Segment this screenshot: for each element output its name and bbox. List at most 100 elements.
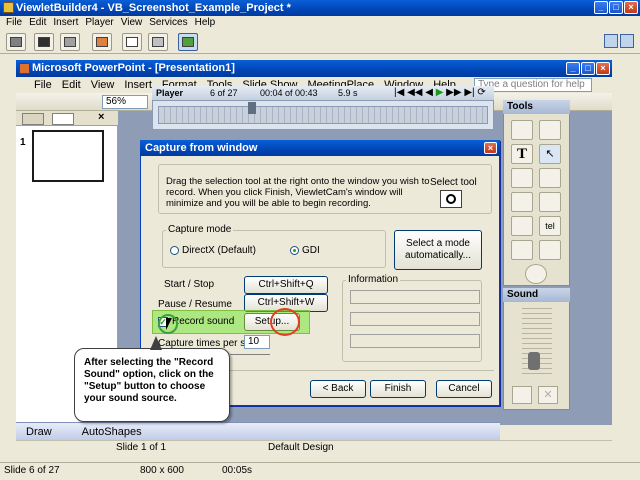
check-icon (182, 37, 194, 47)
record-sound-label: Record sound (172, 316, 235, 327)
pointer-tool-icon[interactable]: ↖ (539, 144, 561, 164)
dialog-close-button[interactable]: × (484, 142, 497, 154)
pp-minimize-button[interactable]: _ (566, 62, 580, 75)
status-size: 800 x 600 (140, 465, 184, 476)
capture-mode-legend: Capture mode (166, 224, 234, 235)
status-time: 00:05s (222, 465, 253, 476)
player-titlebar: Player 6 of 27 00:04 of 00:43 5.9 s |◀ ◀… (152, 86, 494, 101)
menu-insert[interactable]: Insert (51, 16, 83, 30)
minimize-button[interactable]: _ (594, 1, 608, 14)
mute-icon[interactable]: ✕ (538, 386, 558, 404)
camera-button[interactable] (6, 33, 26, 51)
settings-icon[interactable] (620, 34, 634, 48)
swap-icon[interactable] (604, 34, 618, 48)
drawing-toolbar: Draw AutoShapes (16, 422, 500, 440)
viewlet-title: ViewletBuilder4 - VB_Screenshot_Example_… (16, 2, 291, 14)
gdi-label: GDI (302, 245, 320, 256)
player-duration: 5.9 s (338, 88, 358, 98)
pp-status-slide: Slide 1 of 1 (116, 442, 167, 453)
image-tool-icon[interactable] (539, 168, 561, 188)
player-slide-counter: 6 of 27 (210, 88, 238, 98)
cancel-button[interactable]: Cancel (436, 380, 492, 398)
close-button[interactable]: × (624, 1, 638, 14)
capture-times-input[interactable]: 10 (244, 335, 270, 349)
pause-tool-icon[interactable] (539, 192, 561, 212)
tools-grid: T ↖ tel (509, 118, 567, 284)
menu-view[interactable]: View (119, 16, 148, 30)
player-controls[interactable]: |◀ ◀◀ ◀ ▶ ▶▶ ▶| ⟳ (394, 86, 486, 100)
zoom-select[interactable]: 56% (102, 95, 148, 109)
microphone-icon[interactable] (528, 352, 540, 370)
hotspot-tool-icon[interactable] (511, 192, 533, 212)
menu-edit[interactable]: Edit (27, 16, 51, 30)
selection-crosshair-icon[interactable] (440, 190, 462, 208)
window-icon (126, 37, 138, 47)
tab-outline[interactable] (22, 113, 44, 125)
zoom-tool-icon[interactable] (539, 240, 561, 260)
hand-tool-icon[interactable] (511, 216, 533, 236)
tools-panel-header: Tools (503, 100, 570, 114)
record-icon (38, 37, 50, 47)
record-button[interactable] (34, 33, 54, 51)
audio-tool-icon[interactable] (525, 264, 547, 284)
menu-player[interactable]: Player (83, 16, 118, 30)
info-field-2 (350, 312, 480, 326)
callout-tool-icon[interactable] (511, 120, 533, 140)
autoshapes-menu[interactable]: AutoShapes (82, 426, 142, 438)
viewlet-menu-bar: File Edit Insert Player View Services He… (0, 16, 640, 30)
draw-menu[interactable]: Draw (26, 426, 52, 438)
select-mode-automatically-button[interactable]: Select a mode automatically... (394, 230, 482, 270)
info-field-3 (350, 334, 480, 348)
text-tool-icon[interactable]: T (511, 144, 533, 164)
powerpoint-window-controls: _ □ × (566, 62, 610, 75)
menu-help[interactable]: Help (193, 16, 221, 30)
instructions-group: Drag the selection tool at the right ont… (158, 164, 492, 216)
pp-menu-edit[interactable]: Edit (60, 77, 89, 93)
ellipse-tool-icon[interactable] (511, 168, 533, 188)
screen-button[interactable] (148, 33, 168, 51)
powerpoint-icon (96, 37, 108, 47)
viewlet-app-icon (3, 2, 14, 13)
click-indicator-circle (270, 308, 300, 336)
powerpoint-app-icon (19, 63, 30, 74)
textfield-tool-icon[interactable]: tel (539, 216, 561, 236)
viewlet-title-bar: ViewletBuilder4 - VB_Screenshot_Example_… (0, 0, 640, 16)
open-folder-icon[interactable] (512, 386, 532, 404)
pp-restore-button[interactable]: □ (581, 62, 595, 75)
disk-button[interactable] (60, 33, 80, 51)
finish-button[interactable]: Finish (370, 380, 426, 398)
instructions-text: Drag the selection tool at the right ont… (166, 176, 430, 209)
radio-directx[interactable] (170, 246, 179, 255)
capture-dialog-title: Capture from window (145, 142, 258, 154)
capture-slider[interactable] (230, 354, 270, 355)
sound-panel-header: Sound (503, 288, 570, 302)
tab-slides[interactable] (52, 113, 74, 125)
powerpoint-button[interactable] (92, 33, 112, 51)
powerpoint-title-bar: Microsoft PowerPoint - [Presentation1] (16, 60, 612, 77)
pp-menu-view[interactable]: View (89, 77, 123, 93)
maximize-button[interactable]: □ (609, 1, 623, 14)
menu-file[interactable]: File (4, 16, 27, 30)
edit-tool-icon[interactable] (511, 240, 533, 260)
pp-close-button[interactable]: × (596, 62, 610, 75)
menu-services[interactable]: Services (147, 16, 192, 30)
timeline-handle[interactable] (248, 102, 256, 114)
pencil-tool-icon[interactable] (539, 120, 561, 140)
start-stop-hotkey-button[interactable]: Ctrl+Shift+Q (244, 276, 328, 294)
status-slide: Slide 6 of 27 (4, 465, 60, 476)
tools-panel-title: Tools (507, 101, 533, 112)
player-timeline[interactable] (158, 106, 488, 124)
slide-thumbnail[interactable] (32, 130, 104, 182)
viewlet-window-controls: _ □ × (594, 1, 638, 14)
pp-status-design: Default Design (268, 442, 334, 453)
close-pane-icon[interactable]: × (98, 111, 104, 123)
check-button[interactable] (178, 33, 198, 51)
radio-gdi[interactable] (290, 246, 299, 255)
back-button[interactable]: < Back (310, 380, 366, 398)
pause-resume-label: Pause / Resume (158, 299, 232, 310)
window-button[interactable] (122, 33, 142, 51)
pp-menu-file[interactable]: File (32, 77, 60, 93)
callout-pointer (150, 336, 162, 350)
powerpoint-title: Microsoft PowerPoint - [Presentation1] (32, 62, 235, 74)
mouse-cursor-icon (166, 318, 172, 330)
